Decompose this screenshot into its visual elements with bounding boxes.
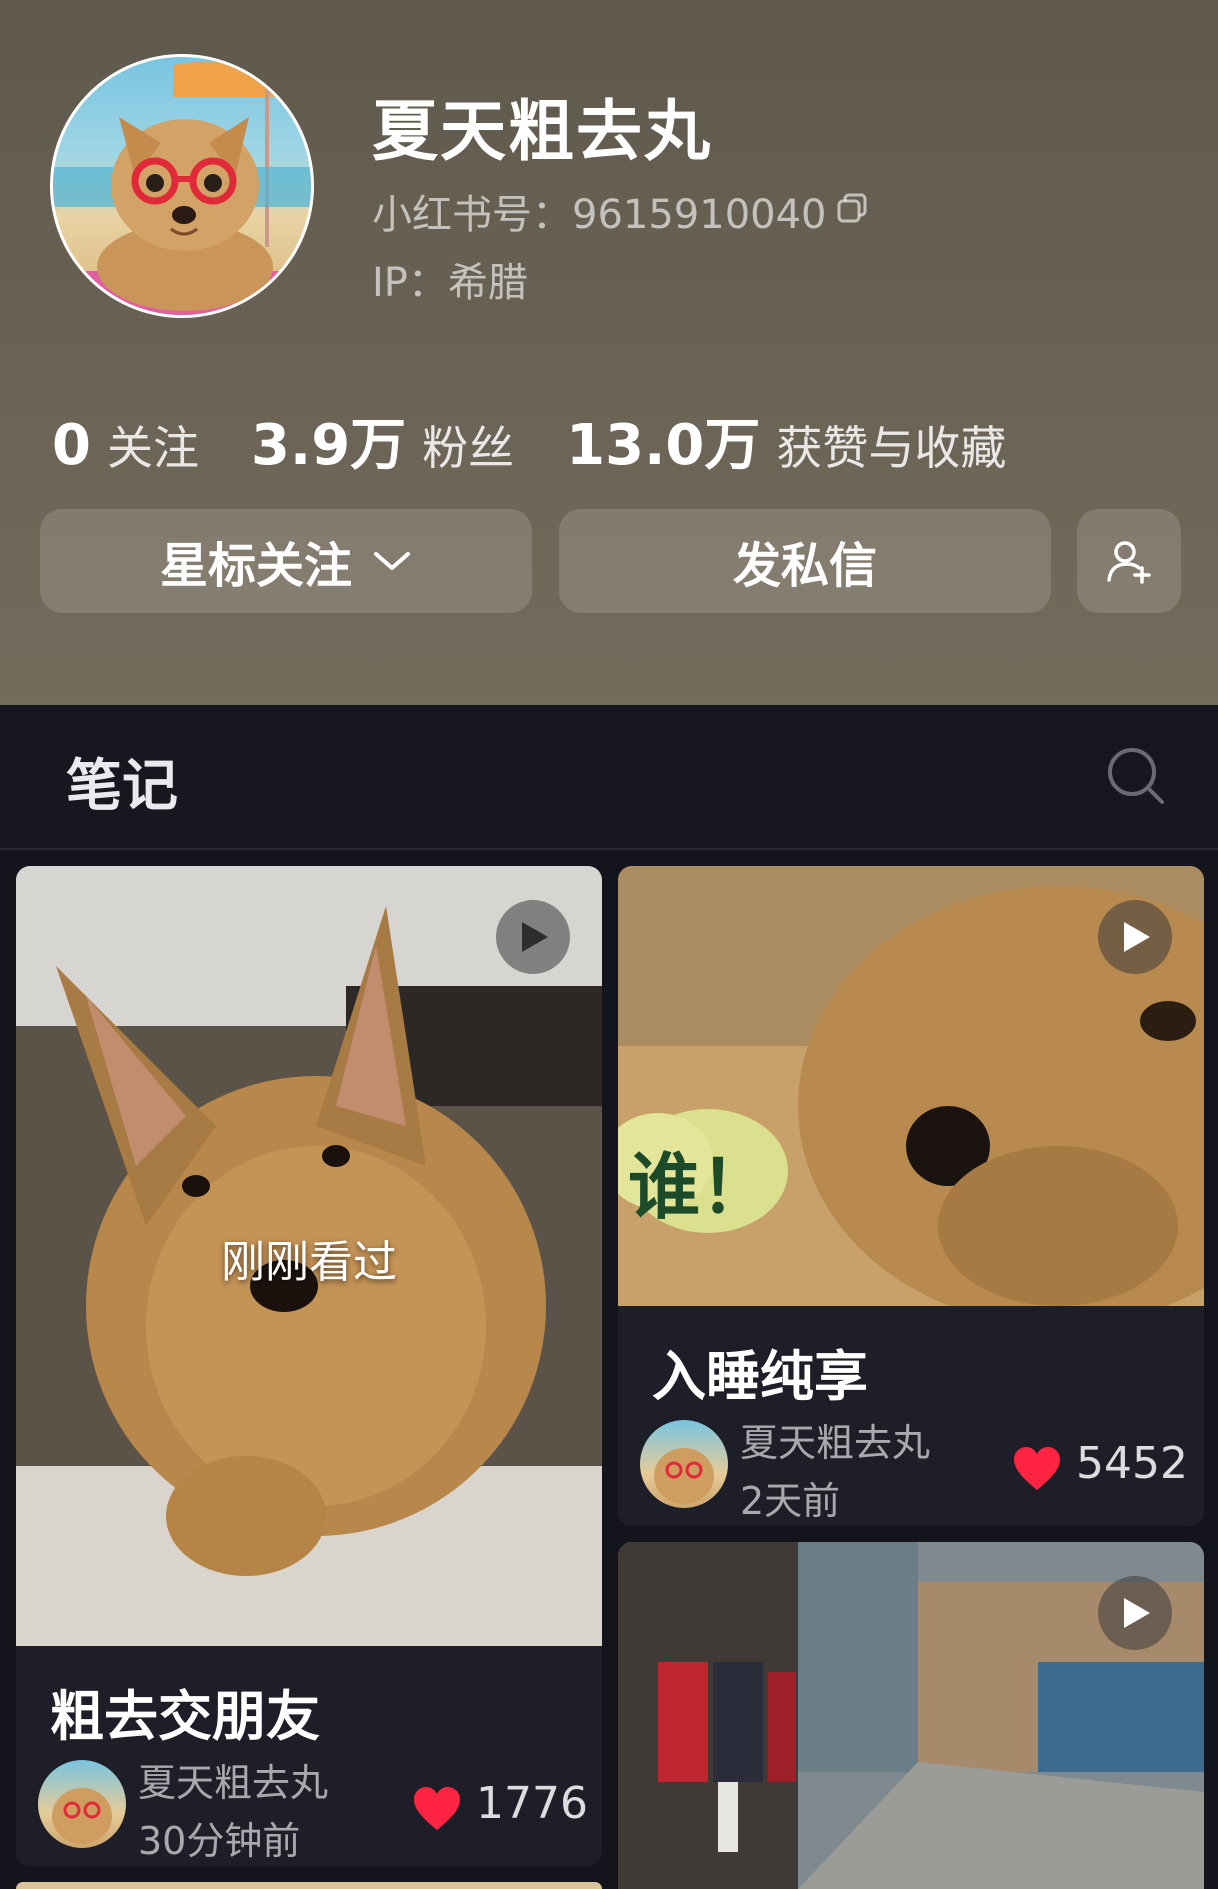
search-icon[interactable] [1106, 746, 1166, 806]
note-card[interactable]: 刚刚看过 粗去交朋友 夏天粗去丸 30分钟前 1776 [16, 866, 602, 1866]
video-badge [496, 900, 570, 974]
note-title: 入睡纯享 [652, 1345, 868, 1408]
note-card[interactable]: 谁！ 入睡纯享 夏天粗去丸 2天前 5452 [618, 866, 1204, 1526]
message-button[interactable]: 发私信 [559, 509, 1051, 613]
profile-stats: 0 关注 3.9万 粉丝 13.0万 获赞与收藏 [52, 400, 1058, 481]
stat-followers[interactable]: 3.9万 粉丝 [251, 400, 514, 481]
author-avatar[interactable] [640, 1420, 728, 1508]
add-friend-icon [1107, 541, 1151, 584]
profile-id: 小红书号：9615910040 [372, 192, 827, 238]
stat-following-label: 关注 [106, 421, 199, 475]
recently-viewed-label: 刚刚看过 [221, 1237, 397, 1288]
note-title: 粗去交朋友 [50, 1685, 320, 1748]
message-label: 发私信 [732, 538, 877, 594]
stat-likes-collects-count: 13.0万 [566, 413, 761, 478]
chevron-down-icon [374, 552, 410, 570]
play-icon [1124, 922, 1150, 952]
copy-icon[interactable] [836, 192, 868, 224]
play-icon [1124, 1598, 1150, 1628]
profile-ip: IP：希腊 [372, 260, 528, 306]
profile-avatar[interactable] [50, 54, 314, 318]
stat-followers-label: 粉丝 [422, 421, 515, 475]
author-avatar[interactable] [38, 1760, 126, 1848]
like-count: 5452 [1076, 1438, 1188, 1489]
star-follow-label: 星标关注 [159, 538, 352, 594]
note-time: 2天前 [740, 1479, 841, 1523]
note-card[interactable] [618, 1542, 1204, 1889]
profile-header: 夏天粗去丸 小红书号：9615910040 IP：希腊 0 关注 3.9万 粉丝… [0, 0, 1218, 705]
like-count: 1776 [476, 1778, 588, 1829]
tab-notes[interactable]: 笔记 [66, 741, 178, 822]
profile-username: 夏天粗去丸 [372, 93, 712, 170]
heart-icon[interactable] [1012, 1446, 1062, 1492]
heart-icon[interactable] [412, 1786, 462, 1832]
author-name[interactable]: 夏天粗去丸 [138, 1752, 328, 1807]
stat-likes-collects-label: 获赞与收藏 [776, 421, 1007, 475]
note-card[interactable] [16, 1882, 602, 1889]
stat-likes-collects[interactable]: 13.0万 获赞与收藏 [566, 400, 1006, 481]
stat-followers-count: 3.9万 [250, 413, 407, 478]
note-time: 30分钟前 [138, 1819, 301, 1863]
star-follow-button[interactable]: 星标关注 [40, 509, 532, 613]
sticker-text: 谁！ [628, 1145, 773, 1229]
play-icon [522, 922, 548, 952]
video-badge [1098, 1576, 1172, 1650]
add-friend-button[interactable] [1077, 509, 1181, 613]
video-badge [1098, 900, 1172, 974]
author-name[interactable]: 夏天粗去丸 [740, 1412, 930, 1467]
stat-following-count: 0 [52, 413, 91, 478]
tab-bar: 笔记 [0, 705, 1218, 850]
stat-following[interactable]: 0 关注 [52, 412, 199, 478]
